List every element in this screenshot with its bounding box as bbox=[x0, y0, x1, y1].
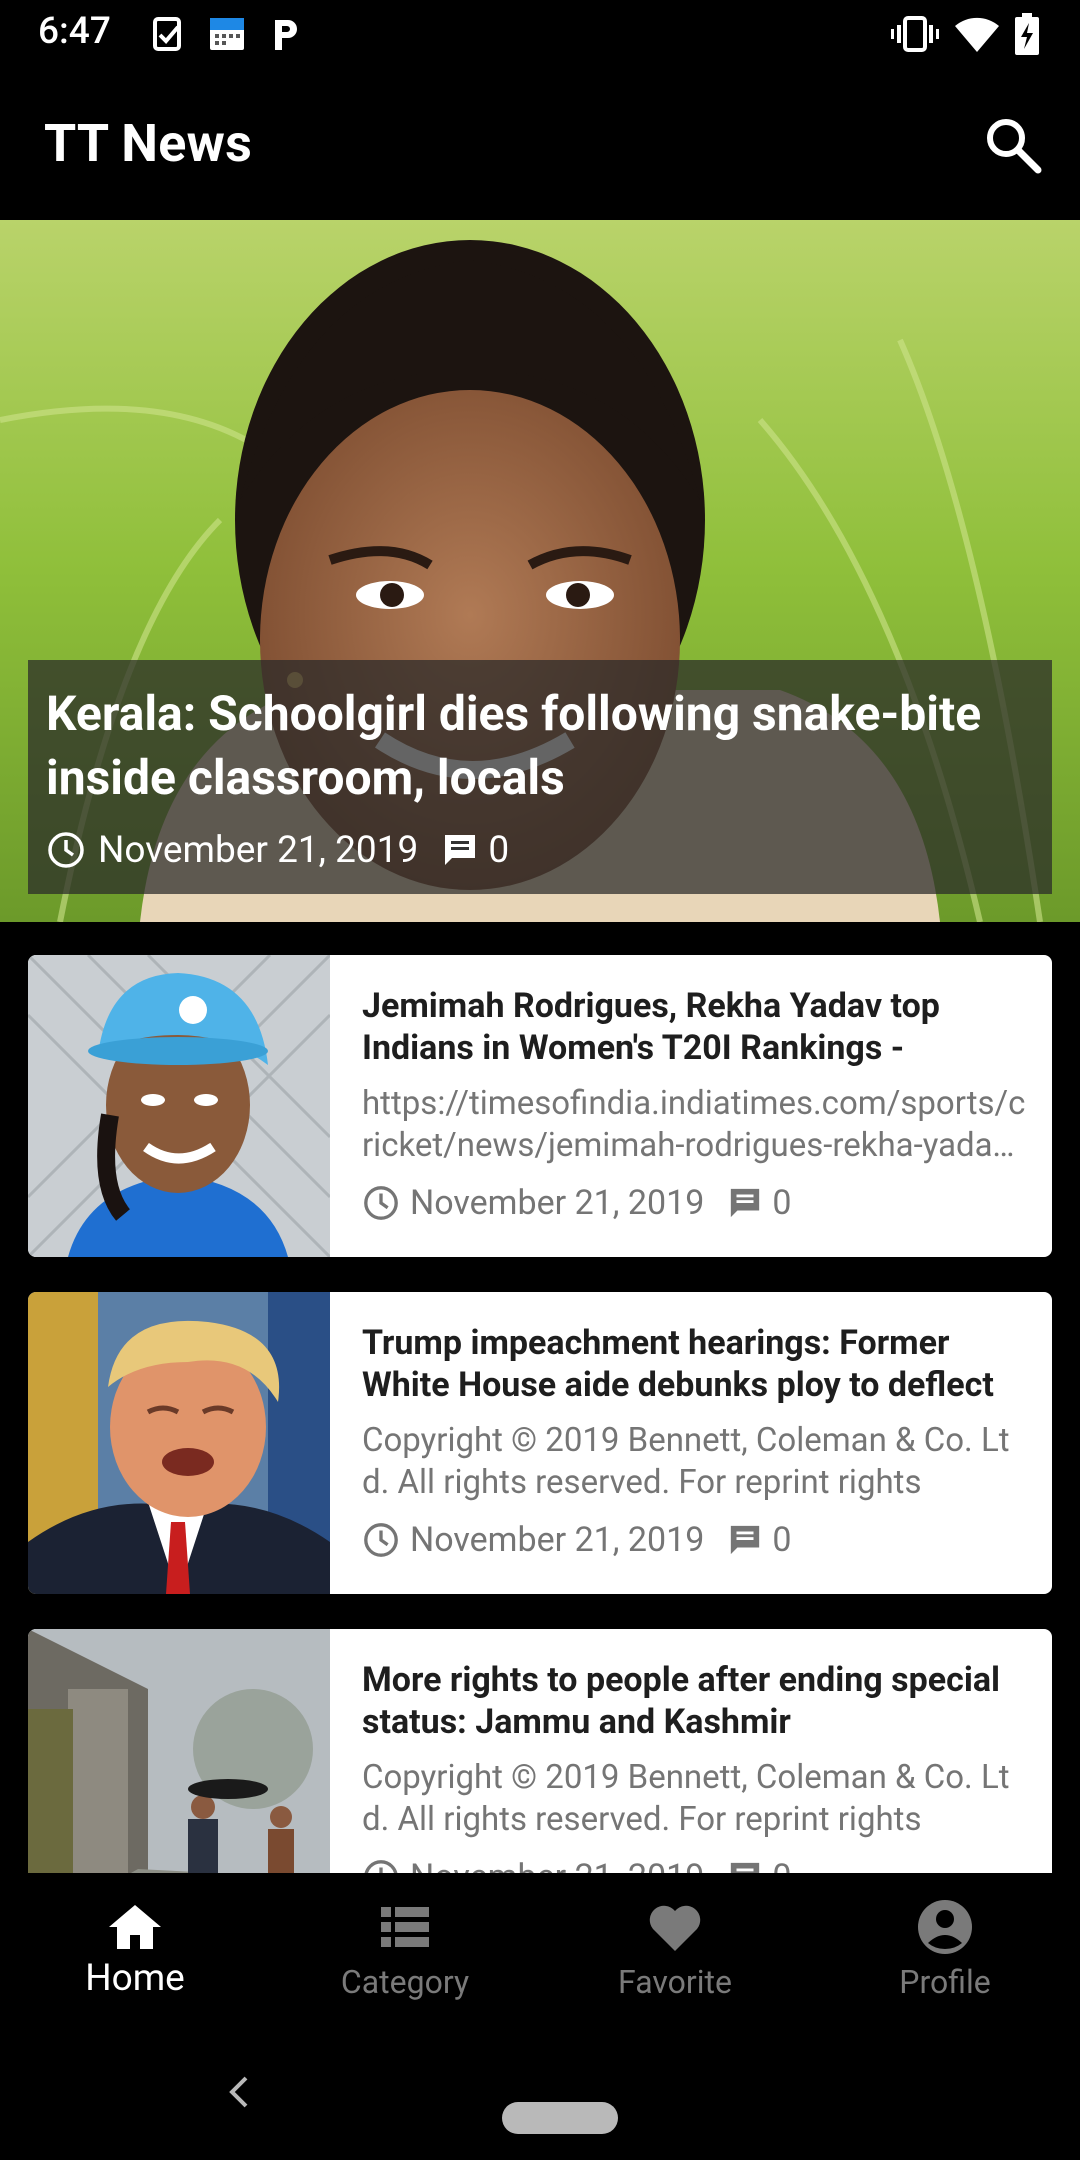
nav-favorite-label: Favorite bbox=[618, 1963, 732, 2001]
app-title: TT News bbox=[44, 113, 253, 174]
app-bar: TT News bbox=[0, 66, 1080, 220]
article-meta: November 21, 2019 0 bbox=[362, 1181, 1030, 1225]
article-content: Jemimah Rodrigues, Rekha Yadav top India… bbox=[362, 985, 1030, 1225]
comment-icon bbox=[731, 1525, 760, 1555]
news-feed[interactable]: Kerala: Schoolgirl dies following snake-… bbox=[0, 220, 1080, 1873]
nav-category-label: Category bbox=[340, 1963, 470, 2001]
article-title: More rights to people after ending speci… bbox=[362, 1660, 1001, 1742]
vibrate-icon bbox=[891, 16, 939, 52]
nav-favorite[interactable]: Favorite bbox=[540, 1873, 810, 2026]
article-title: Jemimah Rodrigues, Rekha Yadav top India… bbox=[362, 986, 940, 1068]
article-content: Trump impeachment hearings: Former White… bbox=[362, 1322, 1030, 1562]
article-description: Copyright © 2019 Bennett, Coleman & Co. … bbox=[362, 1758, 1010, 1839]
heart-icon bbox=[649, 1905, 701, 1951]
battery-icon bbox=[1015, 13, 1039, 55]
nav-profile[interactable]: Profile bbox=[810, 1873, 1080, 2026]
article-comment-count: 0 bbox=[772, 1857, 791, 1873]
article-card[interactable]: More rights to people after ending speci… bbox=[28, 1629, 1052, 1873]
search-icon[interactable] bbox=[978, 110, 1048, 180]
nav-home[interactable]: Home bbox=[0, 1873, 270, 2026]
p-app-icon bbox=[275, 20, 297, 50]
task-check-icon bbox=[153, 17, 181, 51]
article-date: November 21, 2019 bbox=[410, 1520, 705, 1560]
article-date: November 21, 2019 bbox=[410, 1183, 705, 1223]
article-content: More rights to people after ending speci… bbox=[362, 1659, 1030, 1873]
clock-icon bbox=[364, 1186, 398, 1220]
wifi-icon bbox=[955, 17, 999, 52]
article-date: November 21, 2019 bbox=[410, 1857, 704, 1873]
clock-icon bbox=[364, 1860, 398, 1873]
home-gesture-pill[interactable] bbox=[502, 2102, 618, 2134]
article-description: Copyright © 2019 Bennett, Coleman & Co. … bbox=[362, 1421, 1010, 1502]
nav-home-label: Home bbox=[85, 1957, 185, 2000]
article-comment-count: 0 bbox=[772, 1183, 792, 1223]
article-comment-count: 0 bbox=[772, 1520, 792, 1560]
featured-article-caption: Kerala: Schoolgirl dies following snake-… bbox=[28, 660, 1052, 894]
bottom-navigation: Home Category Favorite Profile bbox=[0, 1873, 1080, 2026]
article-meta: November 21, 2019 0 bbox=[362, 1855, 1030, 1873]
featured-article-comment-count: 0 bbox=[488, 828, 510, 872]
comment-icon bbox=[731, 1188, 760, 1218]
featured-article-date: November 21, 2019 bbox=[98, 828, 419, 872]
calendar-app-icon bbox=[210, 18, 244, 50]
status-time: 6:47 bbox=[38, 10, 111, 53]
comment-icon bbox=[445, 835, 476, 865]
article-card[interactable]: Jemimah Rodrigues, Rekha Yadav top India… bbox=[28, 955, 1052, 1257]
system-navigation-bar bbox=[0, 2026, 1080, 2160]
featured-article-title: Kerala: Schoolgirl dies following snake-… bbox=[46, 685, 982, 806]
article-title: Trump impeachment hearings: Former White… bbox=[362, 1323, 994, 1405]
home-icon bbox=[109, 1905, 161, 1949]
list-icon bbox=[381, 1907, 429, 1947]
article-thumbnail bbox=[28, 1629, 330, 1873]
featured-article[interactable]: Kerala: Schoolgirl dies following snake-… bbox=[0, 220, 1080, 922]
featured-article-meta: November 21, 2019 0 bbox=[46, 828, 509, 872]
comment-icon bbox=[731, 1862, 760, 1873]
status-bar: 6:47 bbox=[0, 0, 1080, 66]
article-meta: November 21, 2019 0 bbox=[362, 1518, 1030, 1562]
nav-category[interactable]: Category bbox=[270, 1873, 540, 2026]
back-icon[interactable] bbox=[220, 2070, 260, 2114]
clock-icon bbox=[364, 1523, 398, 1557]
nav-profile-label: Profile bbox=[899, 1963, 991, 2001]
account-circle-icon bbox=[918, 1900, 972, 1954]
article-thumbnail bbox=[28, 1292, 330, 1594]
clock-icon bbox=[48, 832, 84, 868]
article-thumbnail bbox=[28, 955, 330, 1257]
article-card[interactable]: Trump impeachment hearings: Former White… bbox=[28, 1292, 1052, 1594]
article-description: https://timesofindia.indiatimes.com/spor… bbox=[362, 1084, 1029, 1165]
